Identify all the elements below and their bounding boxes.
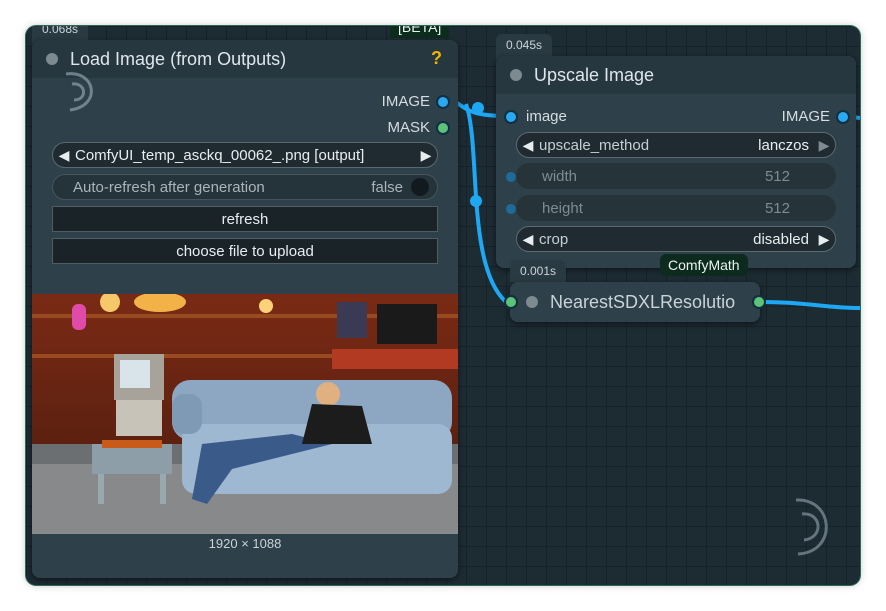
help-icon[interactable]: ? — [431, 48, 442, 69]
upscale-method-combo[interactable]: ◀ upscale_method lanczos ▶ — [516, 132, 836, 158]
refresh-button[interactable]: refresh — [52, 206, 438, 232]
upscale-image-node[interactable]: Upscale Image image IMAGE ◀ upscale_meth… — [496, 56, 856, 268]
node-title: NearestSDXLResolutio — [550, 291, 736, 312]
collapse-dot-icon[interactable] — [526, 296, 538, 308]
width-widget[interactable]: width 512 — [516, 163, 836, 189]
preview-photo — [32, 294, 458, 534]
upscale-header[interactable]: Upscale Image — [496, 56, 856, 94]
image-preview — [32, 294, 458, 534]
nearest-timing: 0.001s — [510, 260, 567, 282]
width-input-socket-icon[interactable] — [506, 172, 516, 182]
input-socket-icon[interactable] — [506, 297, 516, 307]
crop-combo[interactable]: ◀ crop disabled ▶ — [516, 226, 836, 252]
height-value: 512 — [764, 199, 790, 217]
comfymath-badge: ComfyMath — [660, 254, 748, 276]
height-input-socket-icon[interactable] — [506, 204, 516, 214]
node-title: Upscale Image — [534, 64, 655, 85]
output-mask-label: MASK — [387, 119, 430, 136]
arrow-left-icon[interactable]: ◀ — [517, 137, 539, 154]
nearest-header[interactable]: NearestSDXLResolutio — [506, 282, 764, 322]
auto-refresh-toggle[interactable]: Auto-refresh after generation false — [52, 174, 438, 200]
output-image[interactable]: IMAGE — [782, 108, 848, 125]
output-socket-icon[interactable] — [438, 122, 448, 133]
collapse-dot-icon[interactable] — [46, 53, 58, 65]
upscale-method-label: upscale_method — [539, 136, 650, 154]
arrow-right-icon[interactable]: ▶ — [415, 147, 437, 164]
output-socket-icon[interactable] — [838, 111, 848, 122]
arrow-right-icon[interactable]: ▶ — [813, 231, 835, 248]
height-widget[interactable]: height 512 — [516, 195, 836, 221]
input-image-label: image — [526, 108, 567, 125]
collapse-dot-icon[interactable] — [510, 69, 522, 81]
output-mask[interactable]: MASK — [387, 119, 448, 136]
output-image-label: IMAGE — [381, 93, 430, 110]
arrow-left-icon[interactable]: ◀ — [517, 231, 539, 248]
toggle-knob-icon — [411, 178, 429, 196]
arrow-left-icon[interactable]: ◀ — [53, 147, 75, 164]
upscale-method-value: lanczos — [758, 136, 809, 154]
crop-label: crop — [539, 230, 569, 248]
link-nearest-out — [763, 300, 860, 310]
height-label: height — [542, 199, 583, 217]
image-size-label: 1920 × 1088 — [208, 536, 282, 551]
input-socket-icon[interactable] — [506, 111, 516, 122]
reroute-dot — [472, 102, 484, 114]
nearest-sdxl-node[interactable]: NearestSDXLResolutio — [506, 282, 764, 322]
image-select-value: ComfyUI_temp_asckq_00062_.png [output] — [75, 146, 365, 164]
comfy-logo-icon — [795, 498, 828, 556]
output-image[interactable]: IMAGE — [382, 93, 448, 110]
beta-badge: [BETA] — [390, 26, 450, 38]
crop-value: disabled — [753, 230, 809, 248]
auto-refresh-value: false — [371, 178, 403, 196]
comfy-logo-icon — [65, 72, 93, 112]
width-label: width — [542, 167, 578, 185]
upload-button[interactable]: choose file to upload — [52, 238, 438, 264]
width-value: 512 — [764, 167, 790, 185]
input-image[interactable]: image — [506, 108, 567, 125]
arrow-right-icon[interactable]: ▶ — [813, 137, 835, 154]
reroute-dot — [470, 195, 482, 207]
graph-canvas[interactable]: 0.068s [BETA] Load Image (from Outputs) … — [26, 26, 860, 585]
image-select-combo[interactable]: ◀ ComfyUI_temp_asckq_00062_.png [output]… — [52, 142, 438, 168]
auto-refresh-label: Auto-refresh after generation — [73, 178, 265, 196]
output-image-label: IMAGE — [781, 108, 830, 125]
output-socket-icon[interactable] — [438, 96, 448, 107]
load-image-node[interactable]: Load Image (from Outputs) ? IMAGE MASK ◀… — [32, 40, 458, 578]
output-socket-icon[interactable] — [754, 297, 764, 307]
